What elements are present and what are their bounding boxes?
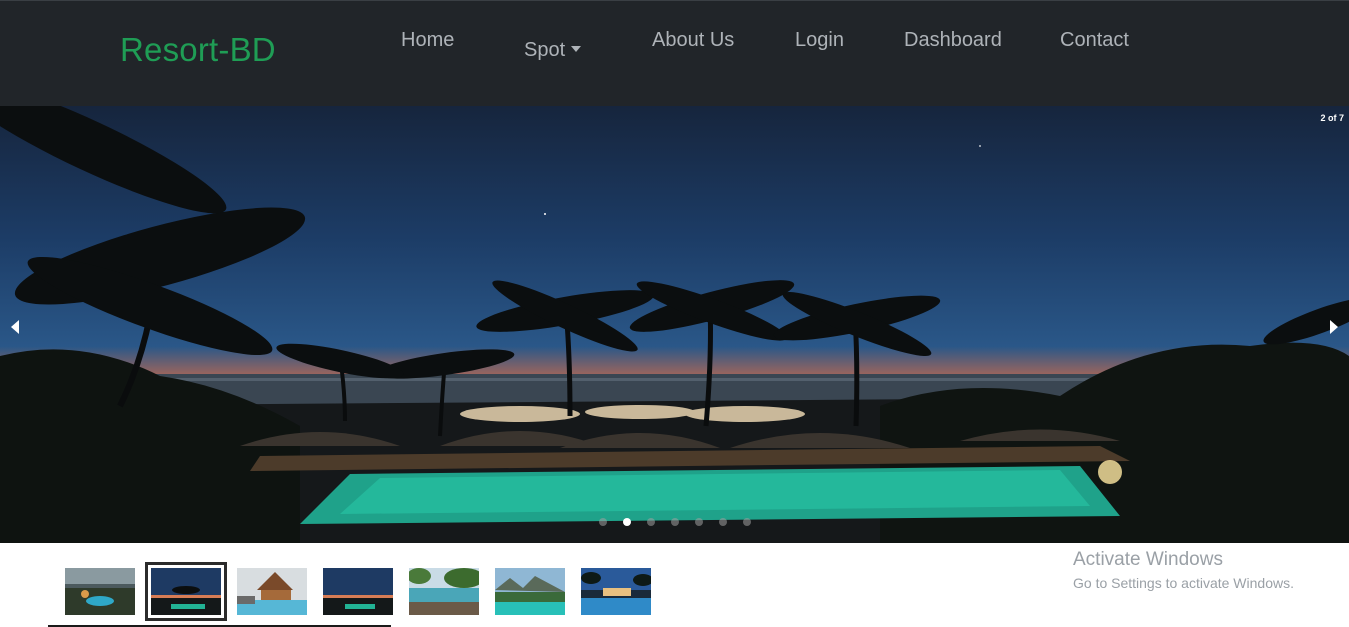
slide-indicator-2[interactable]: [623, 518, 631, 526]
image-carousel: 2 of 7: [0, 106, 1349, 543]
thumbnail-5[interactable]: [409, 568, 479, 615]
navbar: Resort-BD Home Spot About Us Login Dashb…: [0, 0, 1349, 106]
slide-indicator-6[interactable]: [719, 518, 727, 526]
next-slide-button[interactable]: [1327, 318, 1341, 336]
nav-contact[interactable]: Contact: [1060, 29, 1129, 52]
nav-spot-dropdown[interactable]: Spot: [524, 39, 582, 62]
activate-windows-watermark: Activate Windows Go to Settings to activ…: [1073, 549, 1294, 591]
thumbnail-3[interactable]: [237, 568, 307, 615]
nav-home[interactable]: Home: [401, 29, 454, 52]
thumbnail-4[interactable]: [323, 568, 393, 615]
nav-dashboard[interactable]: Dashboard: [904, 29, 1002, 52]
thumbnail-1[interactable]: [65, 568, 135, 615]
chevron-right-icon: [1330, 320, 1338, 334]
slide-indicator-5[interactable]: [695, 518, 703, 526]
slide-counter: 2 of 7: [1320, 113, 1344, 123]
slide-image: [0, 106, 1349, 543]
slide-indicator-4[interactable]: [671, 518, 679, 526]
slide-indicator-7[interactable]: [743, 518, 751, 526]
slide-indicator-1[interactable]: [599, 518, 607, 526]
brand-logo[interactable]: Resort-BD: [120, 31, 276, 69]
thumbnail-6[interactable]: [495, 568, 565, 615]
nav-login[interactable]: Login: [795, 29, 844, 52]
chevron-down-icon: [571, 46, 582, 52]
thumbnail-2[interactable]: [145, 562, 227, 621]
nav-spot-label: Spot: [524, 39, 566, 61]
slide-indicator-3[interactable]: [647, 518, 655, 526]
watermark-subtitle: Go to Settings to activate Windows.: [1073, 575, 1294, 591]
thumbnail-7[interactable]: [581, 568, 651, 615]
slide-indicators: [599, 518, 751, 526]
watermark-title: Activate Windows: [1073, 549, 1223, 570]
prev-slide-button[interactable]: [8, 318, 22, 336]
nav-about-us[interactable]: About Us: [652, 29, 734, 52]
chevron-left-icon: [11, 320, 19, 334]
